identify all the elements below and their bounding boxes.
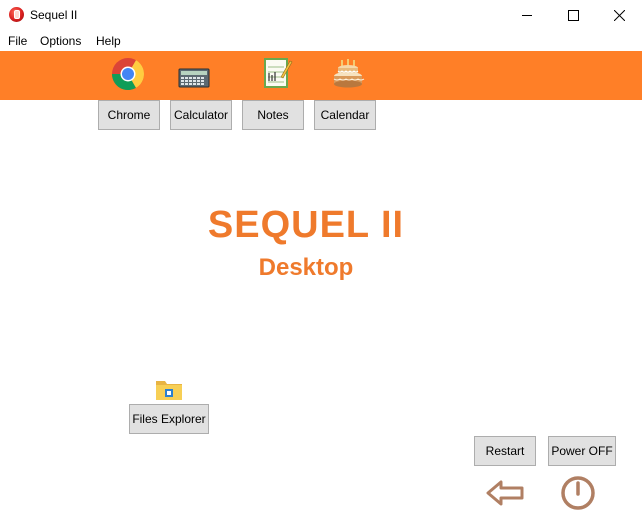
close-button[interactable] [596,0,642,30]
notes-icon[interactable] [258,55,294,91]
menu-bar: File Options Help [0,31,642,51]
menu-options[interactable]: Options [40,34,81,48]
calculator-icon[interactable] [176,58,212,94]
power-icon[interactable] [558,474,598,512]
calendar-button[interactable]: Calendar [314,100,376,130]
window-title: Sequel II [30,8,78,22]
notes-button[interactable]: Notes [242,100,304,130]
power-off-button[interactable]: Power OFF [548,436,616,466]
minimize-icon [521,14,532,16]
chrome-icon[interactable] [110,56,146,92]
calculator-button[interactable]: Calculator [170,100,232,130]
menu-file[interactable]: File [8,34,27,48]
menu-help[interactable]: Help [96,34,121,48]
title-bar[interactable]: Sequel II [0,0,642,30]
app-logo-icon [9,7,24,22]
files-explorer-button[interactable]: Files Explorer [129,404,209,434]
minimize-button[interactable] [504,0,550,30]
maximize-button[interactable] [550,0,596,30]
folder-icon[interactable] [152,374,186,404]
maximize-icon [567,9,579,21]
calendar-cake-icon[interactable] [330,55,366,91]
desktop-title: SEQUEL II [207,204,405,246]
chrome-button[interactable]: Chrome [98,100,160,130]
back-arrow-icon[interactable] [484,476,526,510]
close-icon [613,9,625,21]
restart-button[interactable]: Restart [474,436,536,466]
app-window: Sequel II File Options Help Chrome Calcu… [0,0,642,532]
desktop-subtitle: Desktop [258,254,354,281]
app-toolbar [0,51,642,100]
